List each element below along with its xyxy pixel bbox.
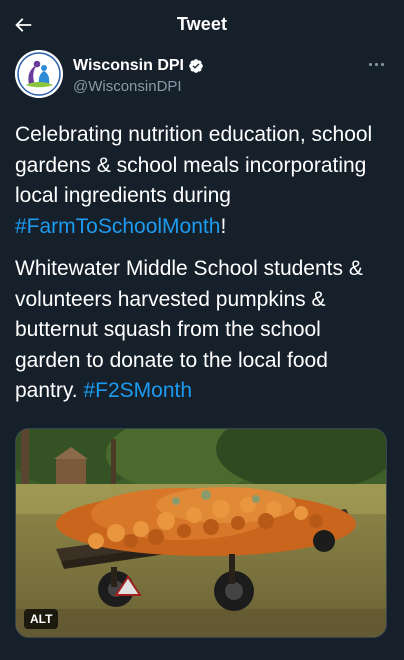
hashtag-link[interactable]: #F2SMonth [83,379,192,402]
more-dot [374,62,378,66]
page-title: Tweet [176,14,228,34]
author-handle[interactable]: @WisconsinDPI [73,78,182,95]
tweet-text-1-end: ! [220,214,227,238]
tweet-paragraph-2: Whitewater Middle School students & volu… [15,254,390,407]
more-options-button[interactable] [364,54,388,74]
more-dot [380,62,384,66]
alt-text-badge[interactable]: ALT [24,609,59,629]
tweet-photo[interactable]: ALT [15,428,387,638]
tweet-text-1: Celebrating nutrition education, school … [15,123,373,207]
pumpkin-wagon-image [16,429,386,637]
hashtag-link[interactable]: #FarmToSchoolMonth [15,215,220,238]
name-row: Wisconsin DPI [73,57,204,75]
tweet-paragraph-1: Celebrating nutrition education, school … [15,120,390,242]
avatar[interactable] [15,50,63,98]
more-dots-icon [368,62,372,66]
author-name[interactable]: Wisconsin DPI [73,57,184,75]
wisconsin-dpi-logo-icon [15,50,63,98]
verified-badge-icon [189,59,203,73]
tweet-author: Wisconsin DPI @WisconsinDPI [15,50,390,100]
top-bar: Tweet [0,0,404,50]
